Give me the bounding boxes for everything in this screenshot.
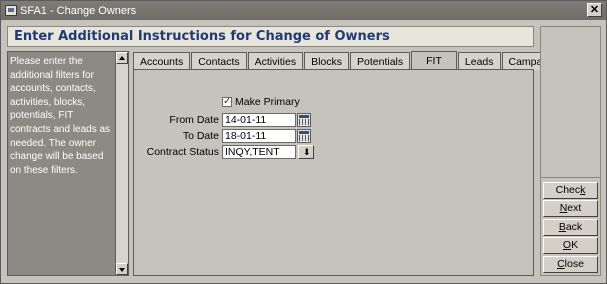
- to-date-calendar-icon[interactable]: [297, 129, 311, 143]
- from-date-row: From Date 14-01-11: [144, 113, 311, 127]
- instructions-text: Please enter the additional filters for …: [10, 56, 111, 176]
- page-title: Enter Additional Instructions for Change…: [14, 29, 390, 44]
- window-title: SFA1 - Change Owners: [20, 4, 137, 17]
- actions-panel-top: [540, 26, 601, 178]
- tab-blocks[interactable]: Blocks: [304, 52, 350, 70]
- contract-status-row: Contract Status INQY,TENT ⬇: [144, 145, 314, 159]
- arrow-down-icon: ⬇: [303, 147, 311, 157]
- tab-accounts[interactable]: Accounts: [133, 52, 191, 70]
- to-date-row: To Date 18-01-11: [144, 129, 311, 143]
- filter-tabs: Accounts Contacts Activities Blocks Potentia…: [133, 51, 569, 276]
- ok-button[interactable]: OK: [543, 237, 598, 254]
- from-date-label: From Date: [169, 114, 219, 126]
- title-bar: SFA1 - Change Owners ✕: [1, 1, 606, 20]
- change-owners-window: SFA1 - Change Owners ✕ Enter Additional …: [0, 0, 607, 284]
- scroll-down-button[interactable]: [116, 263, 128, 275]
- contract-status-field[interactable]: INQY,TENT: [222, 145, 296, 159]
- contract-status-label: Contract Status: [146, 146, 219, 158]
- to-date-label: To Date: [182, 130, 219, 142]
- make-primary-checkbox[interactable]: ✓: [222, 97, 232, 107]
- contract-status-dropdown-button[interactable]: ⬇: [298, 145, 314, 159]
- next-button[interactable]: Next: [543, 200, 598, 217]
- scroll-up-button[interactable]: [116, 52, 128, 64]
- tab-leads[interactable]: Leads: [457, 52, 501, 70]
- tab-fit[interactable]: FIT: [411, 51, 457, 70]
- to-date-field[interactable]: 18-01-11: [222, 129, 296, 143]
- fit-tab-panel: ✓ Make Primary From Date 14-01-11 To Dat…: [133, 69, 534, 276]
- window-close-button[interactable]: ✕: [587, 3, 602, 17]
- from-date-field[interactable]: 14-01-11: [222, 113, 296, 127]
- arrow-down-icon: [119, 268, 125, 272]
- instructions-scrollbar[interactable]: [115, 52, 128, 275]
- make-primary-row: ✓ Make Primary: [222, 96, 300, 108]
- instructions-panel: Please enter the additional filters for …: [7, 51, 129, 276]
- arrow-up-icon: [119, 56, 125, 60]
- check-button[interactable]: Check: [543, 182, 598, 199]
- back-button[interactable]: Back: [543, 219, 598, 236]
- tab-contacts[interactable]: Contacts: [191, 52, 247, 70]
- header-bar: Enter Additional Instructions for Change…: [7, 26, 534, 47]
- close-button[interactable]: Close: [543, 256, 598, 273]
- tab-activities[interactable]: Activities: [247, 52, 304, 70]
- tab-strip: Accounts Contacts Activities Blocks Potentia…: [133, 51, 570, 70]
- make-primary-label: Make Primary: [235, 96, 300, 108]
- app-icon: [5, 5, 17, 16]
- from-date-calendar-icon[interactable]: [297, 113, 311, 127]
- tab-potentials[interactable]: Potentials: [350, 52, 411, 70]
